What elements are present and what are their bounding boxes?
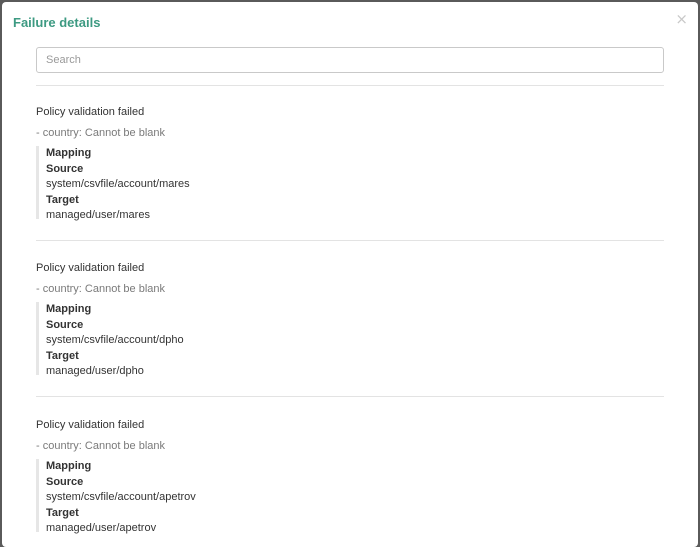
target-label: Target — [46, 349, 79, 362]
source-value: system/csvfile/account/mares — [46, 178, 190, 190]
target-label: Target — [46, 506, 79, 519]
target-label: Target — [46, 193, 79, 206]
failure-title: Policy validation failed — [36, 106, 145, 118]
source-value: system/csvfile/account/dpho — [46, 334, 184, 346]
failure-title: Policy validation failed — [36, 262, 145, 274]
failure-details-block: Mapping Source system/csvfile/account/ap… — [36, 459, 196, 534]
mapping-label: Mapping — [46, 460, 92, 472]
divider — [36, 240, 664, 241]
divider — [36, 396, 664, 397]
search-input[interactable] — [36, 47, 664, 73]
divider — [36, 85, 664, 86]
failure-title: Policy validation failed — [36, 419, 145, 431]
target-value: managed/user/dpho — [46, 365, 144, 377]
close-button[interactable]: × — [675, 12, 688, 27]
failure-details-modal: Failure details × Policy validation fail… — [2, 2, 698, 547]
failure-message: - country: Cannot be blank — [36, 283, 166, 295]
mapping-label: Mapping — [46, 147, 92, 159]
source-label: Source — [46, 162, 84, 175]
modal-title: Failure details — [13, 15, 101, 30]
source-label: Source — [46, 318, 84, 331]
target-value: managed/user/apetrov — [46, 522, 157, 534]
mapping-label: Mapping — [46, 303, 92, 315]
target-value: managed/user/mares — [46, 209, 150, 221]
failure-details-block: Mapping Source system/csvfile/account/dp… — [36, 302, 184, 377]
failure-message: - country: Cannot be blank — [36, 127, 166, 139]
failure-details-block: Mapping Source system/csvfile/account/ma… — [36, 146, 190, 221]
failure-message: - country: Cannot be blank — [36, 440, 166, 452]
source-value: system/csvfile/account/apetrov — [46, 491, 196, 503]
source-label: Source — [46, 475, 84, 488]
